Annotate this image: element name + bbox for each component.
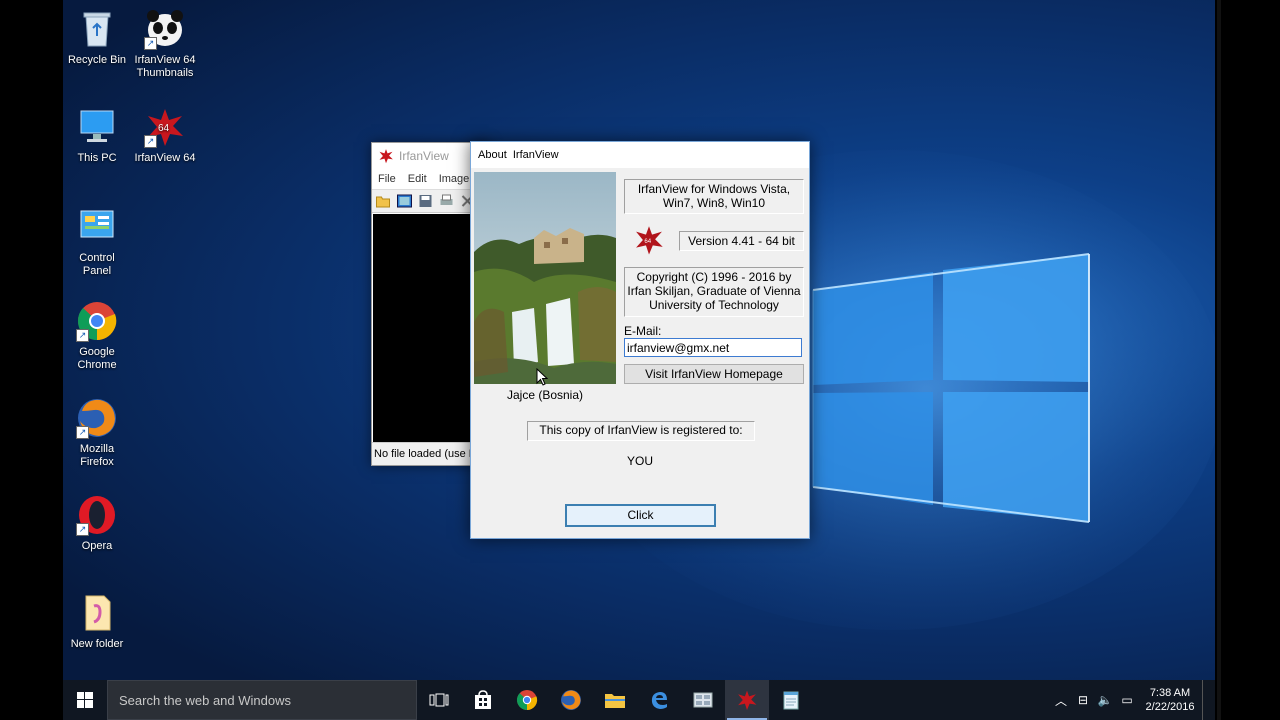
action-center-icon[interactable]: ▭ bbox=[1116, 693, 1138, 707]
desktop-icon-google-chrome[interactable]: ↗ Google Chrome bbox=[63, 300, 133, 372]
svg-text:64: 64 bbox=[644, 238, 651, 245]
svg-text:64: 64 bbox=[158, 123, 170, 134]
taskbar-notepad[interactable] bbox=[769, 680, 813, 720]
desktop-icon-label-line2: Firefox bbox=[80, 456, 114, 468]
version-label: Version 4.41 - 64 bit bbox=[679, 231, 804, 251]
desktop-icon-label: Google bbox=[79, 346, 115, 358]
desktop: Recycle Bin ↗ IrfanView 64 Thumbnails Th… bbox=[63, 0, 1215, 720]
desktop-icon-label: Recycle Bin bbox=[67, 54, 127, 66]
desktop-icon-label: IrfanView 64 bbox=[134, 54, 196, 66]
taskbar-store[interactable] bbox=[461, 680, 505, 720]
desktop-icon-recycle-bin[interactable]: Recycle Bin bbox=[63, 8, 133, 67]
desktop-icon-label: New folder bbox=[70, 638, 124, 650]
clock[interactable]: 7:38 AM 2/22/2016 bbox=[1138, 686, 1202, 714]
irfanview-logo-icon: 64 bbox=[636, 226, 663, 255]
opera-icon: ↗ bbox=[76, 494, 118, 536]
desktop-icon-label: Control bbox=[79, 252, 115, 264]
shortcut-arrow-icon: ↗ bbox=[144, 37, 157, 50]
system-tray: ︿ ⊟ 🔈 ▭ 7:38 AM 2/22/2016 bbox=[1050, 680, 1215, 720]
desktop-icon-label: Mozilla bbox=[79, 443, 115, 455]
click-button[interactable]: Click bbox=[565, 504, 716, 527]
show-desktop-button[interactable] bbox=[1202, 680, 1215, 720]
task-view-icon bbox=[429, 693, 449, 707]
clock-time: 7:38 AM bbox=[1149, 687, 1191, 699]
photo-caption: Jajce (Bosnia) bbox=[506, 388, 584, 402]
save-icon[interactable] bbox=[417, 193, 434, 209]
desktop-icon-mozilla-firefox[interactable]: ↗ Mozilla Firefox bbox=[63, 397, 133, 469]
shortcut-arrow-icon: ↗ bbox=[76, 329, 89, 342]
firefox-icon: ↗ bbox=[76, 397, 118, 439]
desktop-icon-new-folder[interactable]: New folder bbox=[63, 592, 133, 651]
file-explorer-icon bbox=[605, 694, 625, 708]
desktop-icon-irfanview-thumbnails[interactable]: ↗ IrfanView 64 Thumbnails bbox=[129, 8, 201, 80]
this-pc-icon bbox=[76, 106, 118, 148]
copyright-text: Copyright (C) 1996 - 2016 by Irfan Skilj… bbox=[624, 267, 804, 317]
product-name: IrfanView for Windows Vista, Win7, Win8,… bbox=[624, 179, 804, 214]
dialog-title: About IrfanView bbox=[478, 149, 559, 161]
firefox-icon bbox=[561, 690, 581, 710]
start-button[interactable] bbox=[63, 680, 107, 720]
desktop-icon-label: This PC bbox=[77, 152, 117, 164]
desktop-icon-irfanview[interactable]: 64 ↗ IrfanView 64 bbox=[129, 106, 201, 165]
network-icon[interactable]: ⊟ bbox=[1072, 693, 1094, 707]
taskbar-file-explorer[interactable] bbox=[593, 680, 637, 720]
shortcut-arrow-icon: ↗ bbox=[76, 523, 89, 536]
show-hidden-icons-icon[interactable]: ︿ bbox=[1050, 692, 1072, 709]
taskbar-firefox[interactable] bbox=[549, 680, 593, 720]
desktop-icon-label: IrfanView 64 bbox=[134, 152, 196, 164]
desktop-icon-label-line2: Chrome bbox=[77, 359, 117, 371]
about-dialog: About IrfanView Jajce (Bosnia) IrfanView… bbox=[470, 141, 810, 539]
menu-edit[interactable]: Edit bbox=[408, 173, 427, 185]
shortcut-arrow-icon: ↗ bbox=[76, 426, 89, 439]
about-photo bbox=[474, 172, 616, 384]
desktop-icon-control-panel[interactable]: Control Panel bbox=[63, 206, 133, 278]
email-field[interactable]: irfanview@gmx.net bbox=[624, 338, 802, 357]
visit-homepage-button[interactable]: Visit IrfanView Homepage bbox=[624, 364, 804, 384]
chrome-icon bbox=[516, 690, 538, 710]
menu-image[interactable]: Image bbox=[439, 173, 470, 185]
control-panel-icon bbox=[76, 206, 118, 248]
store-icon bbox=[475, 690, 491, 709]
taskbar-search-box[interactable]: Search the web and Windows bbox=[107, 680, 417, 720]
desktop-icon-this-pc[interactable]: This PC bbox=[63, 106, 133, 165]
irfanview-icon: 64 ↗ bbox=[144, 106, 186, 148]
volume-icon[interactable]: 🔈 bbox=[1094, 693, 1116, 707]
slideshow-icon[interactable] bbox=[396, 193, 413, 209]
notepad-icon bbox=[783, 691, 799, 710]
registered-to: YOU bbox=[626, 454, 653, 468]
taskbar-irfanview[interactable] bbox=[725, 680, 769, 720]
registered-label: This copy of IrfanView is registered to: bbox=[527, 421, 755, 441]
chrome-icon: ↗ bbox=[76, 300, 118, 342]
window-title: IrfanView bbox=[399, 149, 449, 163]
clock-date: 2/22/2016 bbox=[1145, 701, 1195, 713]
video-letterbox-right bbox=[1215, 0, 1280, 720]
taskbar-irfanview-thumbnails[interactable] bbox=[681, 680, 725, 720]
edge-icon bbox=[651, 692, 667, 709]
desktop-icon-label: Opera bbox=[81, 540, 113, 552]
email-label: E-Mail: bbox=[624, 324, 662, 338]
taskbar-chrome[interactable] bbox=[505, 680, 549, 720]
desktop-icon-label-line2: Thumbnails bbox=[136, 67, 194, 79]
irfanview-icon bbox=[738, 690, 757, 710]
recycle-bin-icon bbox=[76, 8, 118, 50]
taskbar-task-view[interactable] bbox=[417, 680, 461, 720]
folder-icon bbox=[76, 592, 118, 634]
taskbar-edge[interactable] bbox=[637, 680, 681, 720]
open-folder-icon[interactable] bbox=[375, 193, 392, 209]
irfanview-icon bbox=[379, 149, 393, 164]
desktop-icon-label-line2: Panel bbox=[82, 265, 112, 277]
desktop-icon-opera[interactable]: ↗ Opera bbox=[63, 494, 133, 553]
print-icon[interactable] bbox=[438, 193, 455, 209]
irfanview-thumbnails-icon: ↗ bbox=[144, 8, 186, 50]
menu-file[interactable]: File bbox=[378, 173, 396, 185]
dialog-titlebar[interactable]: About IrfanView bbox=[471, 142, 809, 168]
shortcut-arrow-icon: ↗ bbox=[144, 135, 157, 148]
windows-logo-icon bbox=[77, 692, 93, 708]
mouse-cursor-icon bbox=[536, 368, 548, 386]
irfanview-thumbnails-icon bbox=[693, 692, 713, 708]
taskbar: Search the web and Windows ︿ ⊟ 🔈 ▭ 7:38 … bbox=[63, 680, 1215, 720]
